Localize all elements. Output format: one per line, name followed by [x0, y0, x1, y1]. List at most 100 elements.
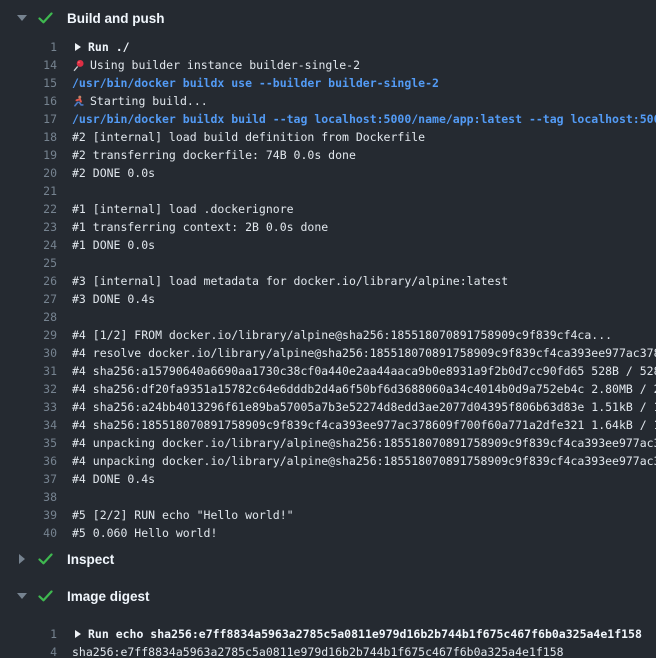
- log-line: 32 #4 sha256:df20fa9351a15782c64e6dddb2d…: [0, 380, 656, 398]
- log-line-text: #2 transferring dockerfile: 74B 0.0s don…: [72, 146, 356, 164]
- log-line: 24 #1 DONE 0.0s: [0, 236, 656, 254]
- chevron-right-icon[interactable]: [16, 554, 27, 564]
- line-number[interactable]: 22: [0, 200, 57, 218]
- log-line-text: #4 resolve docker.io/library/alpine@sha2…: [72, 344, 656, 362]
- log-line-text: Using builder instance builder-single-2: [90, 56, 360, 74]
- line-number[interactable]: 20: [0, 164, 57, 182]
- log-line-text: #1 [internal] load .dockerignore: [72, 200, 294, 218]
- log-line: 39 #5 [2/2] RUN echo "Hello world!": [0, 506, 656, 524]
- log-line-text: #4 sha256:185518070891758909c9f839cf4ca3…: [72, 416, 656, 434]
- section-title: Build and push: [67, 11, 165, 26]
- line-number[interactable]: 40: [0, 524, 57, 542]
- success-check-icon: [38, 12, 53, 24]
- section-inspect: Inspect: [0, 542, 656, 576]
- log-line-text: Run echo sha256:e7ff8834a5963a2785c5a081…: [88, 625, 642, 643]
- line-number[interactable]: 32: [0, 380, 57, 398]
- section-header-image-digest[interactable]: Image digest: [0, 576, 656, 616]
- line-number[interactable]: 4: [0, 643, 57, 658]
- log-line: 26 #3 [internal] load metadata for docke…: [0, 272, 656, 290]
- log-line: 23 #1 transferring context: 2B 0.0s done: [0, 218, 656, 236]
- line-number[interactable]: 33: [0, 398, 57, 416]
- section-title: Image digest: [67, 589, 150, 604]
- log-line: 22 #1 [internal] load .dockerignore: [0, 200, 656, 218]
- log-line-text: #4 DONE 0.4s: [72, 470, 155, 488]
- line-number[interactable]: 29: [0, 326, 57, 344]
- success-check-icon: [38, 553, 53, 565]
- runner-emoji-icon: [72, 95, 85, 108]
- section-image-digest: Image digest 1 Run echo sha256:e7ff8834a…: [0, 576, 656, 658]
- log-line: 4 sha256:e7ff8834a5963a2785c5a0811e979d1…: [0, 643, 656, 658]
- workflow-log-viewer: Build and push 1 Run ./ 14 Using builder…: [0, 0, 656, 658]
- line-number[interactable]: 23: [0, 218, 57, 236]
- line-number[interactable]: 27: [0, 290, 57, 308]
- line-number[interactable]: 15: [0, 74, 57, 92]
- log-line: 1 Run echo sha256:e7ff8834a5963a2785c5a0…: [0, 625, 656, 643]
- log-line-text: #3 [internal] load metadata for docker.i…: [72, 272, 508, 290]
- line-number[interactable]: 34: [0, 416, 57, 434]
- chevron-down-icon[interactable]: [16, 15, 27, 21]
- line-number[interactable]: 37: [0, 470, 57, 488]
- log-line: 30 #4 resolve docker.io/library/alpine@s…: [0, 344, 656, 362]
- log-line: 29 #4 [1/2] FROM docker.io/library/alpin…: [0, 326, 656, 344]
- log-line-text: #4 unpacking docker.io/library/alpine@sh…: [72, 434, 656, 452]
- line-number[interactable]: 30: [0, 344, 57, 362]
- log-line: 40 #5 0.060 Hello world!: [0, 524, 656, 542]
- log-line-text: #5 [2/2] RUN echo "Hello world!": [72, 506, 294, 524]
- log-line: 19 #2 transferring dockerfile: 74B 0.0s …: [0, 146, 656, 164]
- line-number[interactable]: 16: [0, 92, 57, 110]
- log-lines-image-digest: 1 Run echo sha256:e7ff8834a5963a2785c5a0…: [0, 616, 656, 658]
- log-line-text: #3 DONE 0.4s: [72, 290, 155, 308]
- log-line: 33 #4 sha256:a24bb4013296f61e89ba57005a7…: [0, 398, 656, 416]
- log-line-text: #5 0.060 Hello world!: [72, 524, 217, 542]
- section-header-build-and-push[interactable]: Build and push: [0, 0, 656, 36]
- line-number[interactable]: 1: [0, 38, 57, 56]
- log-line-text: #4 unpacking docker.io/library/alpine@sh…: [72, 452, 656, 470]
- line-number[interactable]: 19: [0, 146, 57, 164]
- log-line-text: #1 DONE 0.0s: [72, 236, 155, 254]
- log-line: 1 Run ./: [0, 38, 656, 56]
- log-line: 17 /usr/bin/docker buildx build --tag lo…: [0, 110, 656, 128]
- log-line-text: /usr/bin/docker buildx use --builder bui…: [72, 74, 439, 92]
- log-line: 36 #4 unpacking docker.io/library/alpine…: [0, 452, 656, 470]
- log-line: 35 #4 unpacking docker.io/library/alpine…: [0, 434, 656, 452]
- line-number[interactable]: 38: [0, 488, 57, 506]
- line-number[interactable]: 14: [0, 56, 57, 74]
- section-header-inspect[interactable]: Inspect: [0, 542, 656, 576]
- line-number[interactable]: 21: [0, 182, 57, 200]
- line-number[interactable]: 1: [0, 625, 57, 643]
- log-line: 31 #4 sha256:a15790640a6690aa1730c38cf0a…: [0, 362, 656, 380]
- line-number[interactable]: 18: [0, 128, 57, 146]
- log-line-text: #1 transferring context: 2B 0.0s done: [72, 218, 328, 236]
- log-line-text: #2 [internal] load build definition from…: [72, 128, 425, 146]
- log-line-text: #4 sha256:df20fa9351a15782c64e6dddb2d4a6…: [72, 380, 656, 398]
- line-number[interactable]: 28: [0, 308, 57, 326]
- section-build-and-push: Build and push 1 Run ./ 14 Using builder…: [0, 0, 656, 542]
- run-expand-icon[interactable]: [75, 630, 81, 638]
- log-line: 28: [0, 308, 656, 326]
- log-line: 27 #3 DONE 0.4s: [0, 290, 656, 308]
- line-number[interactable]: 17: [0, 110, 57, 128]
- line-number[interactable]: 26: [0, 272, 57, 290]
- line-number[interactable]: 31: [0, 362, 57, 380]
- log-line-text: Starting build...: [90, 92, 208, 110]
- log-line: 15 /usr/bin/docker buildx use --builder …: [0, 74, 656, 92]
- line-number[interactable]: 35: [0, 434, 57, 452]
- line-number[interactable]: 25: [0, 254, 57, 272]
- log-line: 14 Using builder instance builder-single…: [0, 56, 656, 74]
- log-line: 25: [0, 254, 656, 272]
- log-line-text: Run ./: [88, 38, 130, 56]
- log-line: 34 #4 sha256:185518070891758909c9f839cf4…: [0, 416, 656, 434]
- run-expand-icon[interactable]: [75, 43, 81, 51]
- log-line: 18 #2 [internal] load build definition f…: [0, 128, 656, 146]
- section-title: Inspect: [67, 552, 114, 567]
- log-line: 20 #2 DONE 0.0s: [0, 164, 656, 182]
- log-line: 16 Starting build...: [0, 92, 656, 110]
- success-check-icon: [38, 590, 53, 602]
- line-number[interactable]: 24: [0, 236, 57, 254]
- chevron-down-icon[interactable]: [16, 593, 27, 599]
- log-line-text: #2 DONE 0.0s: [72, 164, 155, 182]
- log-line-text: #4 sha256:a24bb4013296f61e89ba57005a7b3e…: [72, 398, 656, 416]
- line-number[interactable]: 36: [0, 452, 57, 470]
- log-line: 37 #4 DONE 0.4s: [0, 470, 656, 488]
- line-number[interactable]: 39: [0, 506, 57, 524]
